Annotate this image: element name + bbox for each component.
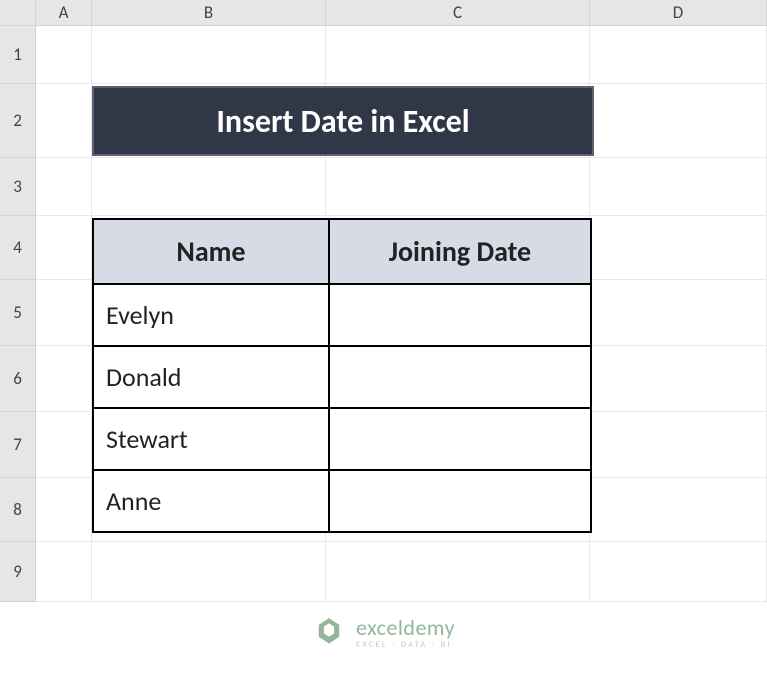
cell-c1[interactable] — [326, 26, 590, 84]
cell-date[interactable] — [329, 470, 591, 532]
cell-d9[interactable] — [590, 542, 767, 602]
table-row: Evelyn — [93, 284, 591, 346]
cell-c3[interactable] — [326, 158, 590, 216]
header-date: Joining Date — [329, 219, 591, 284]
col-header-c[interactable]: C — [326, 0, 590, 26]
row-header-1[interactable]: 1 — [0, 26, 36, 84]
cell-a1[interactable] — [36, 26, 92, 84]
col-header-b[interactable]: B — [92, 0, 326, 26]
watermark: exceldemy EXCEL · DATA · BI — [0, 613, 767, 652]
table-header-row: Name Joining Date — [93, 219, 591, 284]
cell-d4[interactable] — [590, 216, 767, 280]
select-all-corner[interactable] — [0, 0, 36, 26]
row-header-9[interactable]: 9 — [0, 542, 36, 602]
cell-d7[interactable] — [590, 412, 767, 478]
cell-a5[interactable] — [36, 280, 92, 346]
cell-a8[interactable] — [36, 478, 92, 542]
col-header-d[interactable]: D — [590, 0, 767, 26]
cell-b1[interactable] — [92, 26, 326, 84]
cell-d1[interactable] — [590, 26, 767, 84]
table-row: Anne — [93, 470, 591, 532]
table-row: Donald — [93, 346, 591, 408]
watermark-subtext: EXCEL · DATA · BI — [356, 641, 455, 649]
cell-d5[interactable] — [590, 280, 767, 346]
cell-date[interactable] — [329, 284, 591, 346]
row-header-2[interactable]: 2 — [0, 84, 36, 158]
cell-c9[interactable] — [326, 542, 590, 602]
cell-name[interactable]: Donald — [93, 346, 329, 408]
cell-a2[interactable] — [36, 84, 92, 158]
cell-d2[interactable] — [590, 84, 767, 158]
table-row: Stewart — [93, 408, 591, 470]
cell-d6[interactable] — [590, 346, 767, 412]
row-header-5[interactable]: 5 — [0, 280, 36, 346]
cell-a7[interactable] — [36, 412, 92, 478]
cell-d3[interactable] — [590, 158, 767, 216]
page-title: Insert Date in Excel — [92, 86, 594, 156]
cell-a3[interactable] — [36, 158, 92, 216]
watermark-text: exceldemy — [356, 617, 455, 639]
cell-d8[interactable] — [590, 478, 767, 542]
data-table: Name Joining Date Evelyn Donald Stewart … — [92, 218, 592, 533]
row-header-3[interactable]: 3 — [0, 158, 36, 216]
row-header-8[interactable]: 8 — [0, 478, 36, 542]
cell-name[interactable]: Evelyn — [93, 284, 329, 346]
row-header-7[interactable]: 7 — [0, 412, 36, 478]
cell-name[interactable]: Anne — [93, 470, 329, 532]
cell-a6[interactable] — [36, 346, 92, 412]
cell-a4[interactable] — [36, 216, 92, 280]
cell-a9[interactable] — [36, 542, 92, 602]
logo-icon — [312, 613, 346, 652]
header-name: Name — [93, 219, 329, 284]
row-header-4[interactable]: 4 — [0, 216, 36, 280]
cell-b3[interactable] — [92, 158, 326, 216]
col-header-a[interactable]: A — [36, 0, 92, 26]
cell-date[interactable] — [329, 408, 591, 470]
cell-b9[interactable] — [92, 542, 326, 602]
row-header-6[interactable]: 6 — [0, 346, 36, 412]
cell-name[interactable]: Stewart — [93, 408, 329, 470]
cell-date[interactable] — [329, 346, 591, 408]
